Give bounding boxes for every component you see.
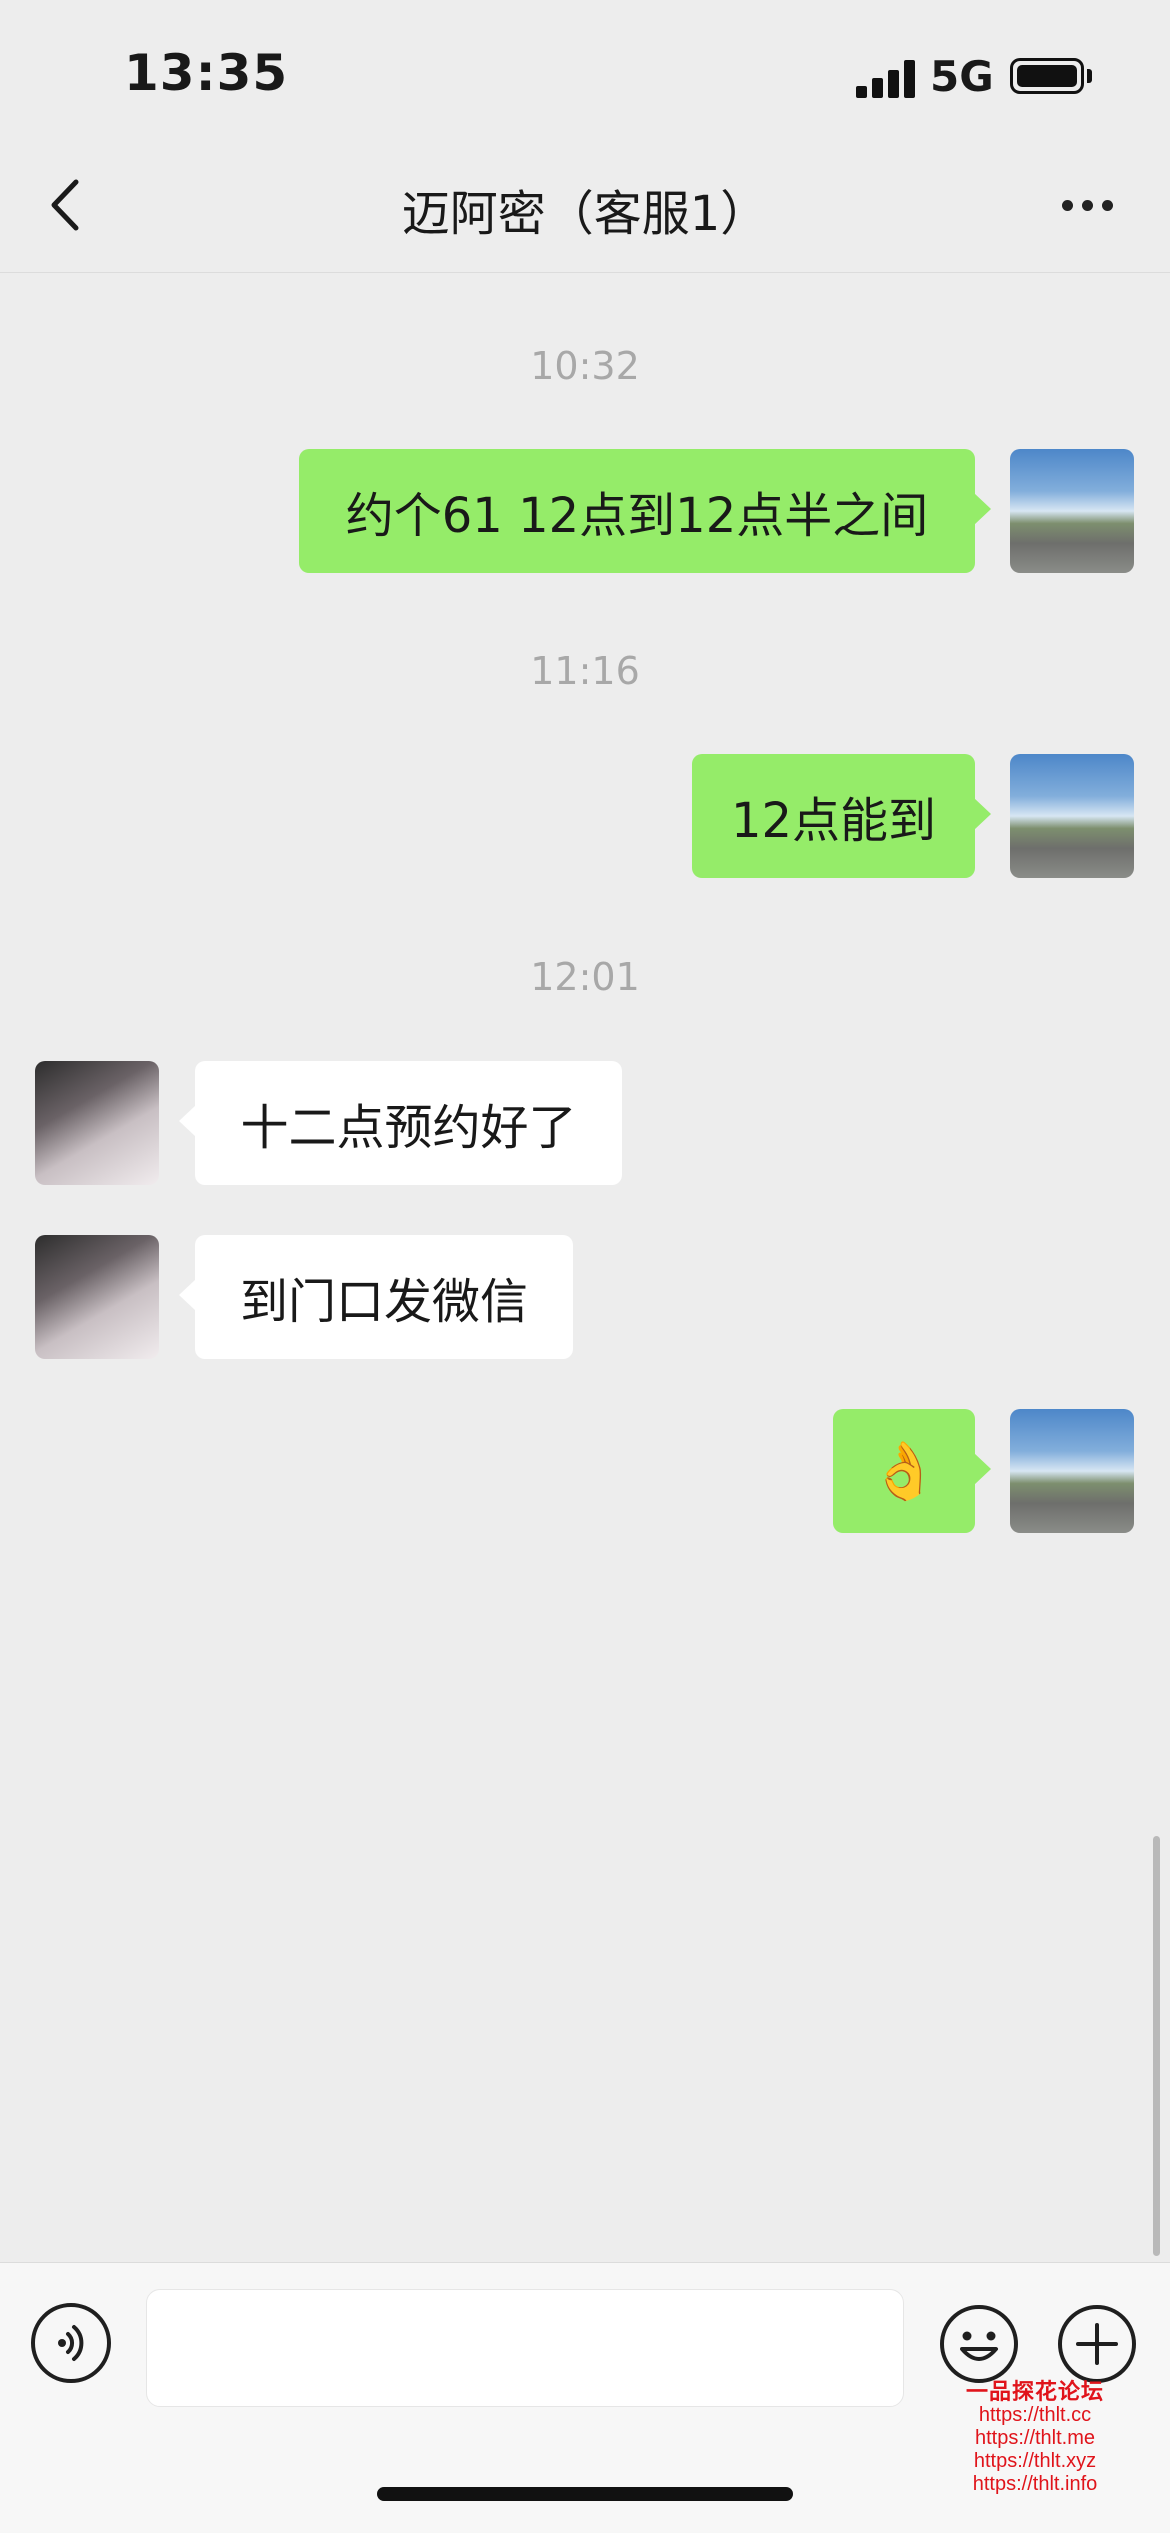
signal-icon [856,60,916,98]
chat-title: 迈阿密（客服1） [401,186,769,242]
chat-header: 迈阿密（客服1） [0,140,1170,273]
watermark-link: https://thlt.me [974,2427,1096,2449]
sent-emoji-message[interactable]: 👌 [833,1409,991,1533]
status-bar: 13:35 5G [0,0,1170,140]
more-dots-icon [1061,199,1073,211]
contact-avatar[interactable] [35,1235,159,1359]
watermark: 一品探花论坛 https://thlt.cc https://thlt.me h… [940,2381,1130,2496]
network-type: 5G [930,52,994,101]
received-message[interactable]: 十二点预约好了 [179,1061,622,1185]
emoji-button[interactable] [938,2303,1020,2385]
watermark-link: https://thlt.cc [978,2404,1092,2426]
more-button[interactable] [1052,170,1122,240]
self-avatar[interactable] [1010,1409,1134,1533]
self-avatar[interactable] [1010,754,1134,878]
message-input[interactable] [146,2289,904,2407]
message-timestamp: 11:16 [530,649,640,693]
battery-icon [1010,58,1084,94]
battery-tip [1087,69,1092,83]
received-message[interactable]: 到门口发微信 [179,1235,573,1359]
self-avatar[interactable] [1010,449,1134,573]
smiley-icon [940,2305,1018,2383]
watermark-title: 一品探花论坛 [965,2379,1104,2405]
sent-message[interactable]: 约个61 12点到12点半之间 [299,449,991,573]
watermark-link: https://thlt.xyz [973,2450,1097,2472]
watermark-link: https://thlt.info [972,2473,1098,2495]
contact-avatar[interactable] [35,1061,159,1185]
plus-icon [1058,2305,1136,2383]
scrollbar[interactable] [1153,1836,1160,2256]
sent-message[interactable]: 12点能到 [692,754,991,878]
home-indicator[interactable] [377,2487,793,2501]
status-time: 13:35 [124,44,289,102]
voice-icon [58,2325,84,2361]
message-timestamp: 12:01 [530,955,640,999]
more-functions-button[interactable] [1056,2303,1138,2385]
message-timestamp: 10:32 [530,344,640,388]
voice-button[interactable] [31,2303,111,2383]
